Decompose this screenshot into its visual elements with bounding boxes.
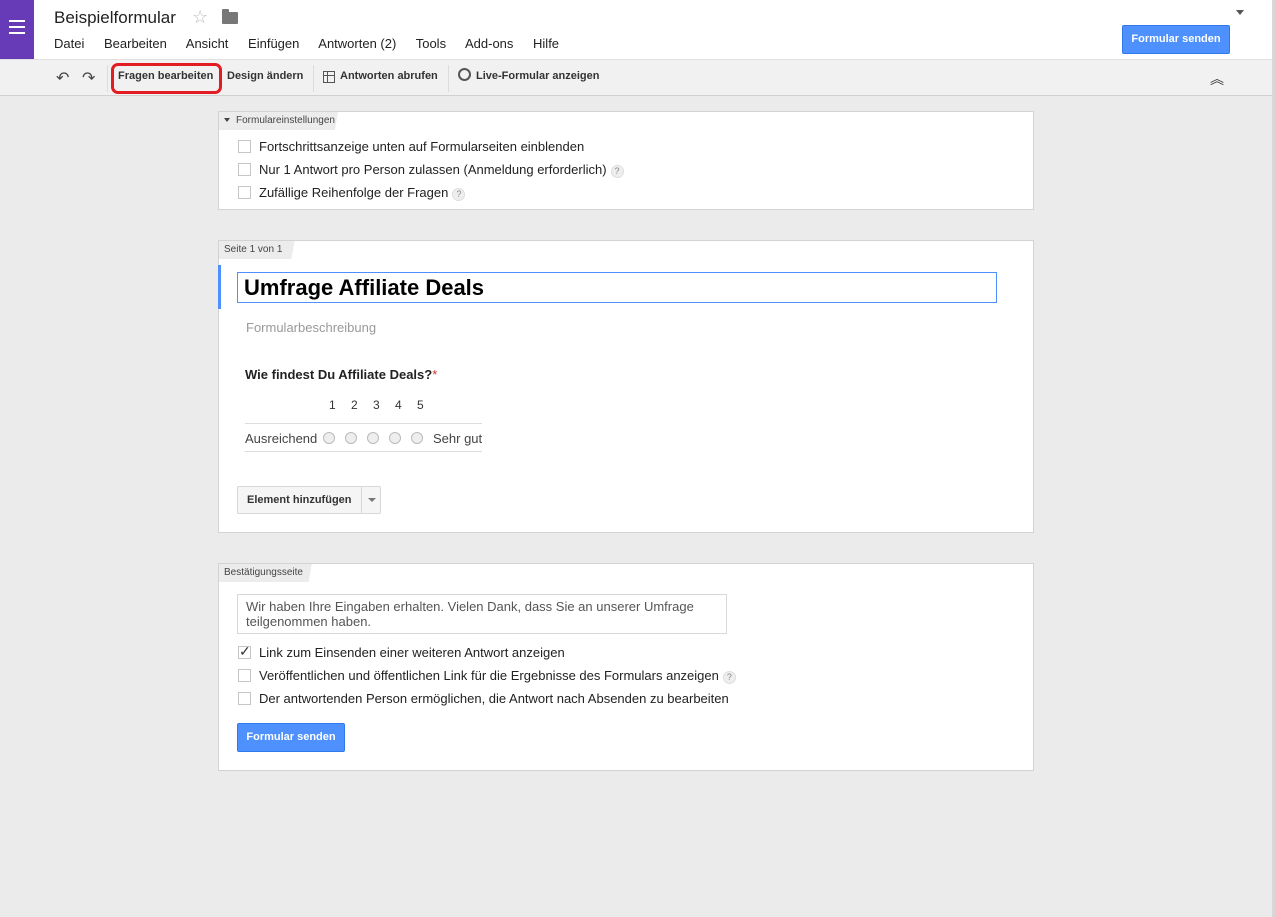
- redo-icon[interactable]: ↷: [82, 68, 95, 88]
- toolbar-divider: [107, 65, 108, 92]
- send-form-button-bottom[interactable]: Formular senden: [237, 723, 345, 752]
- another-response-checkbox[interactable]: [238, 643, 251, 660]
- add-item-label: Element hinzufügen: [247, 494, 352, 506]
- scale-low-label: Ausreichend: [245, 431, 318, 446]
- collapse-toolbar-icon[interactable]: ︽: [1210, 69, 1224, 89]
- shuffle-questions-checkbox[interactable]: [238, 186, 251, 199]
- help-icon[interactable]: ?: [722, 671, 736, 684]
- divider: [245, 423, 482, 424]
- menu-bearbeiten[interactable]: Bearbeiten: [104, 36, 167, 51]
- scale-radio-2[interactable]: [345, 432, 357, 444]
- chevron-down-icon[interactable]: [368, 498, 376, 502]
- scale-number: 2: [351, 398, 358, 412]
- confirmation-tab: Bestätigungsseite: [219, 564, 329, 582]
- toolbar: ↶ ↷ Fragen bearbeiten Design ändern Antw…: [0, 59, 1272, 96]
- undo-icon[interactable]: ↶: [56, 68, 69, 88]
- scale-number: 5: [417, 398, 424, 412]
- scale-number: 3: [373, 398, 380, 412]
- forms-app-icon[interactable]: [0, 0, 34, 59]
- view-live-form-button[interactable]: Live-Formular anzeigen: [476, 70, 599, 82]
- confirmation-message-input[interactable]: Wir haben Ihre Eingaben erhalten. Vielen…: [237, 594, 727, 634]
- one-response-option[interactable]: Nur 1 Antwort pro Person zulassen (Anmel…: [238, 162, 624, 178]
- form-title-input[interactable]: Umfrage Affiliate Deals: [237, 272, 997, 303]
- page-tab: Seite 1 von 1: [219, 241, 309, 259]
- menu-datei[interactable]: Datei: [54, 36, 84, 51]
- edit-after-submit-checkbox[interactable]: [238, 692, 251, 705]
- top-bar: Beispielformular ☆ Datei Bearbeiten Ansi…: [0, 0, 1275, 59]
- scale-radio-5[interactable]: [411, 432, 423, 444]
- scale-radio-1[interactable]: [323, 432, 335, 444]
- form-settings-tab[interactable]: Formulareinstellungen: [219, 112, 361, 130]
- scale-number: 4: [395, 398, 402, 412]
- menu-ansicht[interactable]: Ansicht: [186, 36, 229, 51]
- scale-high-label: Sehr gut: [433, 431, 483, 446]
- publish-results-checkbox[interactable]: [238, 669, 251, 682]
- toolbar-divider: [448, 65, 449, 92]
- add-item-button[interactable]: Element hinzufügen: [237, 486, 381, 514]
- shuffle-questions-option[interactable]: Zufällige Reihenfolge der Fragen?: [238, 185, 466, 201]
- active-item-accent: [218, 265, 221, 309]
- send-form-button[interactable]: Formular senden: [1122, 25, 1230, 54]
- toolbar-divider: [313, 65, 314, 92]
- question-title: Wie findest Du Affiliate Deals?*: [245, 367, 438, 382]
- menu-tools[interactable]: Tools: [416, 36, 446, 51]
- view-responses-button[interactable]: Antworten abrufen: [340, 70, 438, 82]
- highlight-annotation: [111, 63, 222, 94]
- scale-radio-4[interactable]: [389, 432, 401, 444]
- menu-bar: Datei Bearbeiten Ansicht Einfügen Antwor…: [54, 36, 575, 51]
- account-dropdown-icon[interactable]: [1236, 10, 1244, 15]
- globe-icon: [458, 68, 471, 81]
- menu-addons[interactable]: Add-ons: [465, 36, 513, 51]
- form-settings-panel: Formulareinstellungen Fortschrittsanzeig…: [218, 111, 1034, 210]
- help-icon[interactable]: ?: [610, 165, 624, 178]
- required-marker: *: [432, 367, 438, 382]
- progress-bar-checkbox[interactable]: [238, 140, 251, 153]
- confirmation-page-panel: Bestätigungsseite Wir haben Ihre Eingabe…: [218, 563, 1034, 771]
- edit-after-submit-option[interactable]: Der antwortenden Person ermöglichen, die…: [238, 691, 729, 706]
- menu-antworten[interactable]: Antworten (2): [318, 36, 396, 51]
- divider: [361, 487, 362, 513]
- change-design-button[interactable]: Design ändern: [227, 70, 303, 82]
- collapse-triangle-icon[interactable]: [224, 118, 230, 122]
- another-response-option[interactable]: Link zum Einsenden einer weiteren Antwor…: [238, 643, 565, 660]
- form-description-input[interactable]: Formularbeschreibung: [246, 320, 376, 335]
- one-response-checkbox[interactable]: [238, 163, 251, 176]
- scale-radio-3[interactable]: [367, 432, 379, 444]
- progress-bar-option[interactable]: Fortschrittsanzeige unten auf Formularse…: [238, 139, 584, 154]
- help-icon[interactable]: ?: [452, 188, 466, 201]
- publish-results-option[interactable]: Veröffentlichen und öffentlichen Link fü…: [238, 668, 736, 684]
- table-icon: [323, 71, 335, 83]
- divider: [245, 451, 482, 452]
- menu-hilfe[interactable]: Hilfe: [533, 36, 559, 51]
- form-page-panel: Seite 1 von 1 Umfrage Affiliate Deals Fo…: [218, 240, 1034, 533]
- menu-einfuegen[interactable]: Einfügen: [248, 36, 299, 51]
- scale-number: 1: [329, 398, 336, 412]
- document-title[interactable]: Beispielformular: [54, 8, 176, 28]
- star-icon[interactable]: ☆: [192, 7, 208, 28]
- folder-icon[interactable]: [222, 9, 238, 24]
